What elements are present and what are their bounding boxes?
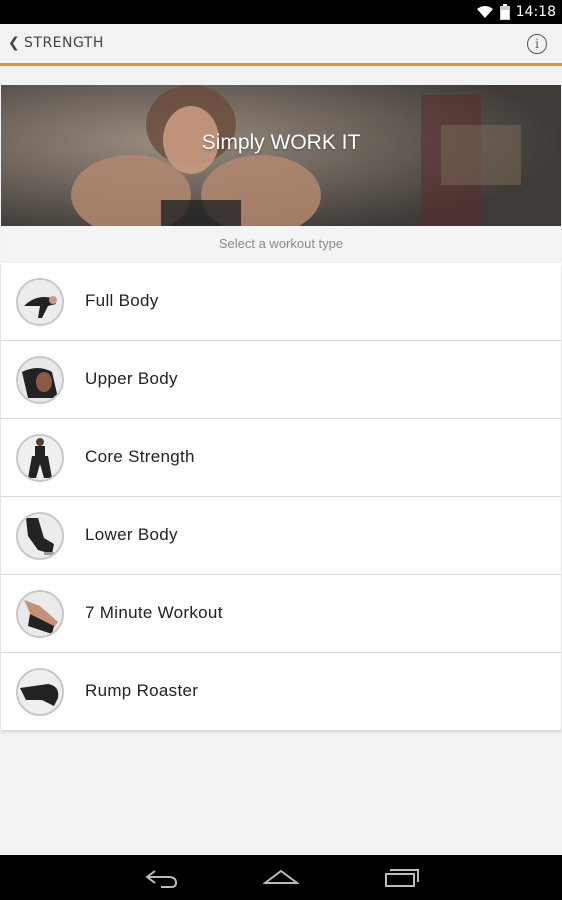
status-bar: 14:18 [0, 0, 562, 24]
workout-thumbnail [16, 668, 64, 716]
list-item-label: Upper Body [85, 369, 178, 388]
hero-photo [1, 85, 561, 226]
list-item-lower-body[interactable]: Lower Body [1, 497, 561, 575]
battery-icon [499, 4, 510, 20]
subheader-label: Select a workout type [218, 236, 344, 251]
workout-thumbnail [16, 356, 64, 404]
recent-apps-icon[interactable] [384, 865, 420, 889]
workout-list: Full Body Upper Body Core Strength Lower… [1, 263, 561, 730]
list-item-upper-body[interactable]: Upper Body [1, 341, 561, 419]
clock: 14:18 [515, 4, 556, 20]
back-nav-icon[interactable] [145, 865, 179, 889]
wifi-icon [476, 6, 493, 18]
list-item-7-minute-workout[interactable]: 7 Minute Workout [1, 575, 561, 653]
workout-thumbnail [16, 434, 64, 482]
list-item-label: 7 Minute Workout [85, 603, 223, 622]
info-icon[interactable]: i [527, 34, 547, 54]
list-item-core-strength[interactable]: Core Strength [1, 419, 561, 497]
navigation-bar [0, 855, 562, 900]
back-icon[interactable]: ❮ [8, 35, 20, 51]
list-item-label: Rump Roaster [85, 681, 199, 700]
list-item-label: Full Body [85, 291, 159, 310]
page-title[interactable]: STRENGTH [24, 35, 104, 51]
workout-type-prompt: Select a workout type [1, 226, 561, 264]
list-item-full-body[interactable]: Full Body [1, 263, 561, 341]
workout-thumbnail [16, 278, 64, 326]
workout-thumbnail [16, 512, 64, 560]
home-nav-icon[interactable] [263, 865, 299, 889]
list-item-label: Core Strength [85, 447, 195, 466]
workout-thumbnail [16, 590, 64, 638]
action-bar: ❮ STRENGTH i [0, 24, 562, 66]
hero-banner: Simply WORK IT [1, 85, 561, 226]
hero-title: Simply WORK IT [201, 131, 361, 154]
list-item-label: Lower Body [85, 525, 178, 544]
list-item-rump-roaster[interactable]: Rump Roaster [1, 653, 561, 730]
